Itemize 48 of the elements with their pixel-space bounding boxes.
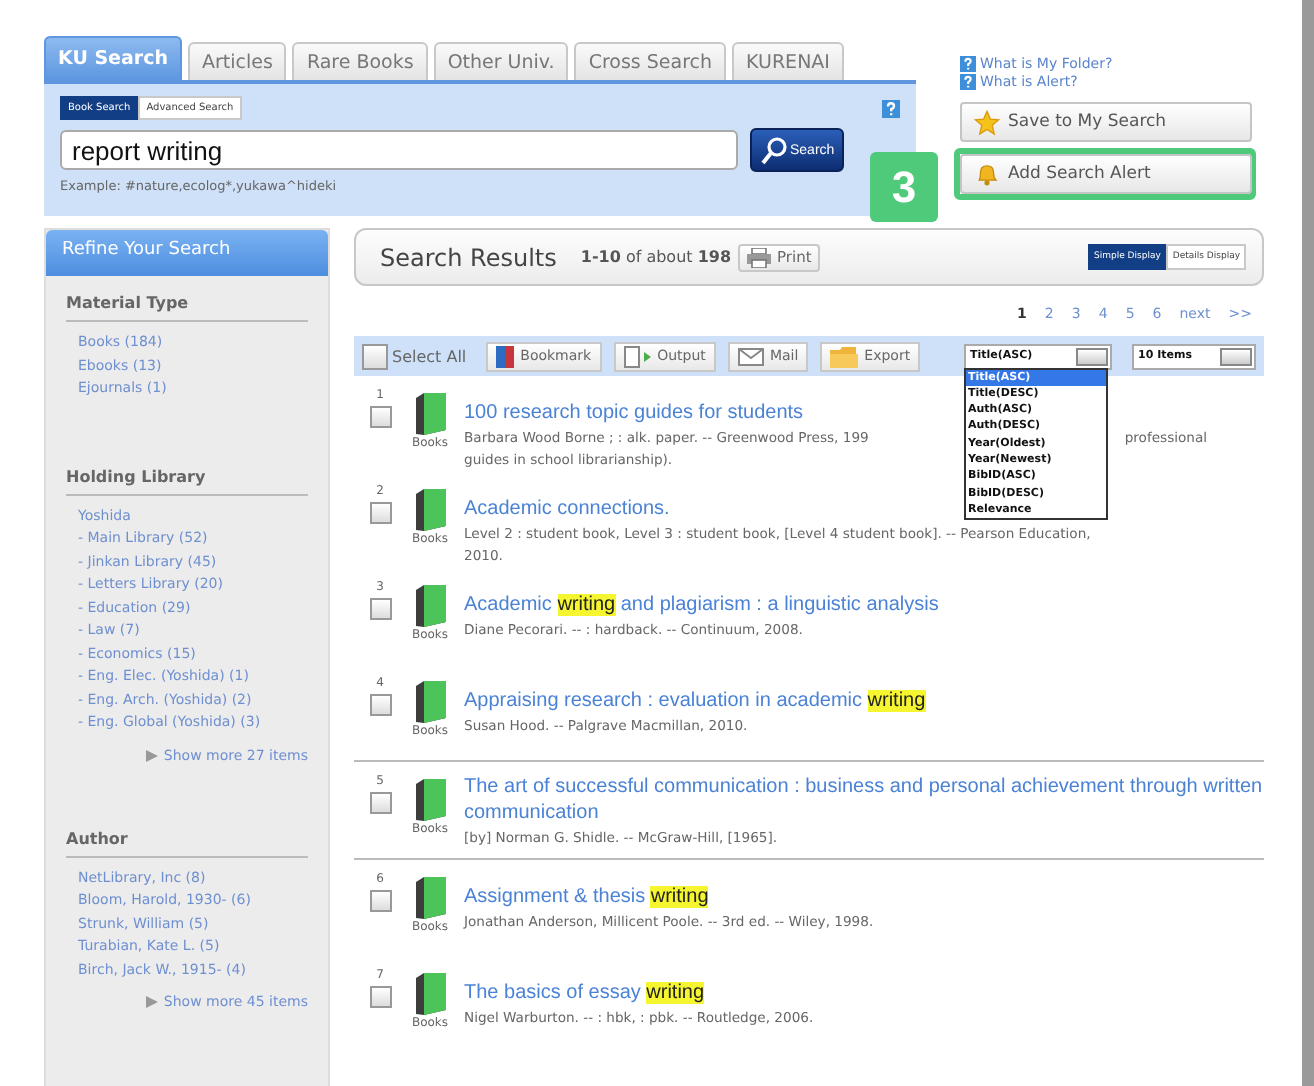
search-icon bbox=[760, 135, 788, 165]
bell-icon bbox=[974, 161, 1000, 187]
result-title-link[interactable]: The basics of essay writing bbox=[464, 980, 705, 1006]
printer-icon bbox=[745, 247, 772, 267]
results-title: Search Results bbox=[380, 243, 557, 271]
output-icon bbox=[623, 345, 652, 367]
checkbox[interactable] bbox=[369, 406, 391, 428]
triangle-icon bbox=[145, 749, 158, 761]
folder-icon bbox=[830, 345, 859, 367]
facet-heading: Author bbox=[66, 811, 308, 857]
facet-heading: Holding Library bbox=[66, 449, 308, 495]
tab[interactable]: KURENAI bbox=[732, 42, 844, 80]
result-title-link[interactable]: The art of successful communication : business and personal achievement through written communication bbox=[464, 774, 1264, 826]
checkbox[interactable] bbox=[369, 890, 391, 912]
book-icon bbox=[413, 584, 447, 628]
checkbox[interactable] bbox=[369, 502, 391, 524]
action-button[interactable]: Save to My Search bbox=[960, 102, 1252, 142]
search-field[interactable]: report writing bbox=[60, 130, 738, 170]
star-icon bbox=[974, 109, 1000, 135]
result-title-link[interactable]: Assignment & thesis writing bbox=[464, 884, 709, 910]
book-icon bbox=[413, 680, 447, 724]
checkbox[interactable] bbox=[362, 343, 388, 369]
result-count: 1-10 of about 198 bbox=[580, 248, 732, 266]
tab[interactable]: Articles bbox=[188, 42, 287, 80]
book-icon bbox=[413, 488, 447, 532]
triangle-icon bbox=[145, 996, 158, 1008]
mail-icon bbox=[737, 347, 764, 365]
book-icon bbox=[413, 392, 447, 436]
checkbox[interactable] bbox=[369, 986, 391, 1008]
tab[interactable]: Cross Search bbox=[574, 42, 727, 80]
select-all-label[interactable]: Select All bbox=[392, 347, 467, 365]
book-icon bbox=[413, 876, 447, 920]
checkbox[interactable] bbox=[369, 694, 391, 716]
result-title-link[interactable]: 100 research topic guides for students bbox=[464, 400, 804, 426]
tab[interactable]: Other Univ. bbox=[433, 42, 569, 80]
refine-panel-title: Refine Your Search bbox=[46, 230, 328, 276]
tab[interactable]: Rare Books bbox=[292, 42, 428, 80]
book-icon bbox=[413, 972, 447, 1016]
book-icon bbox=[413, 778, 447, 822]
facet-heading: Material Type bbox=[66, 276, 308, 322]
action-button[interactable]: Add Search Alert bbox=[960, 154, 1252, 194]
checkbox[interactable] bbox=[369, 598, 391, 620]
checkbox[interactable] bbox=[369, 792, 391, 814]
result-title-link[interactable]: Academic connections. bbox=[464, 496, 670, 522]
step-badge: 3 bbox=[870, 152, 938, 222]
help-icon[interactable] bbox=[882, 99, 900, 117]
bookmark-icon bbox=[496, 345, 515, 367]
tab[interactable]: KU Search bbox=[44, 36, 182, 80]
